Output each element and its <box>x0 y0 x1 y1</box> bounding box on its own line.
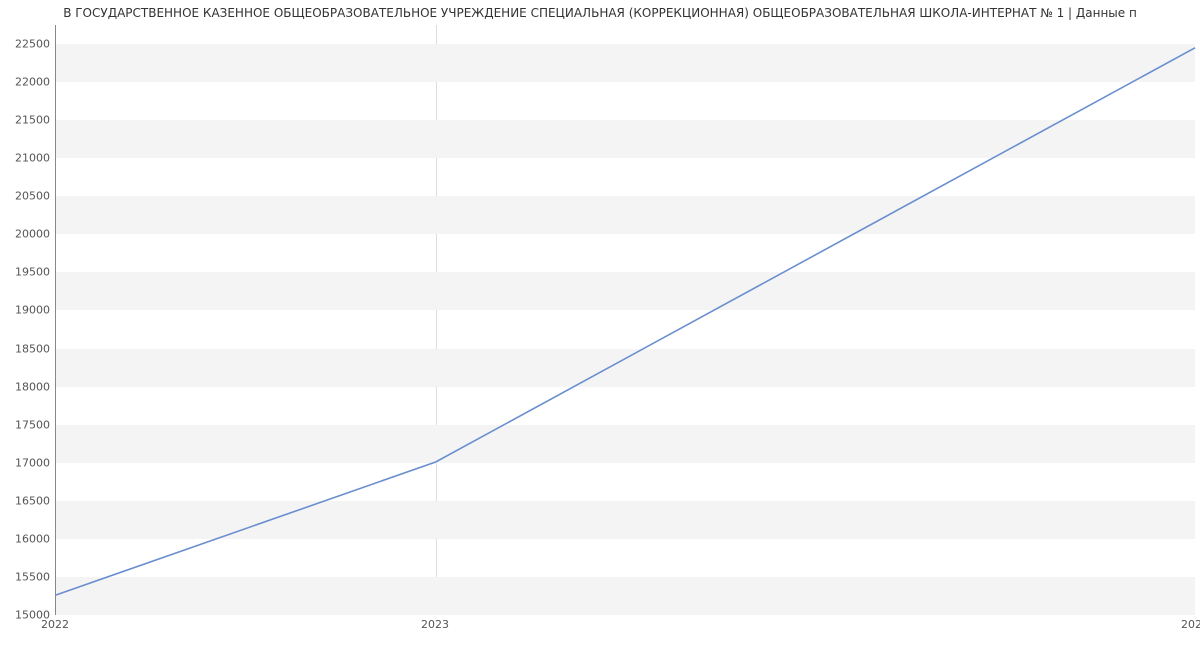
x-tick-label: 2025 <box>1181 618 1200 631</box>
y-tick-label: 20500 <box>5 190 50 203</box>
chart-container: В ГОСУДАРСТВЕННОЕ КАЗЕННОЕ ОБЩЕОБРАЗОВАТ… <box>0 0 1200 650</box>
y-tick-label: 16000 <box>5 532 50 545</box>
y-tick-label: 21000 <box>5 152 50 165</box>
y-tick-label: 17000 <box>5 456 50 469</box>
y-tick-label: 17500 <box>5 418 50 431</box>
plot-area <box>55 25 1195 615</box>
y-tick-label: 18000 <box>5 380 50 393</box>
y-tick-label: 16500 <box>5 494 50 507</box>
y-tick-label: 18500 <box>5 342 50 355</box>
y-tick-label: 20000 <box>5 228 50 241</box>
y-tick-label: 19000 <box>5 304 50 317</box>
y-tick-label: 19500 <box>5 266 50 279</box>
chart-title: В ГОСУДАРСТВЕННОЕ КАЗЕННОЕ ОБЩЕОБРАЗОВАТ… <box>0 0 1200 20</box>
y-tick-label: 21500 <box>5 114 50 127</box>
y-tick-label: 22500 <box>5 38 50 51</box>
x-tick-label: 2023 <box>421 618 449 631</box>
x-tick-label: 2022 <box>41 618 69 631</box>
y-tick-label: 22000 <box>5 76 50 89</box>
line-series <box>56 25 1195 614</box>
y-tick-label: 15500 <box>5 570 50 583</box>
